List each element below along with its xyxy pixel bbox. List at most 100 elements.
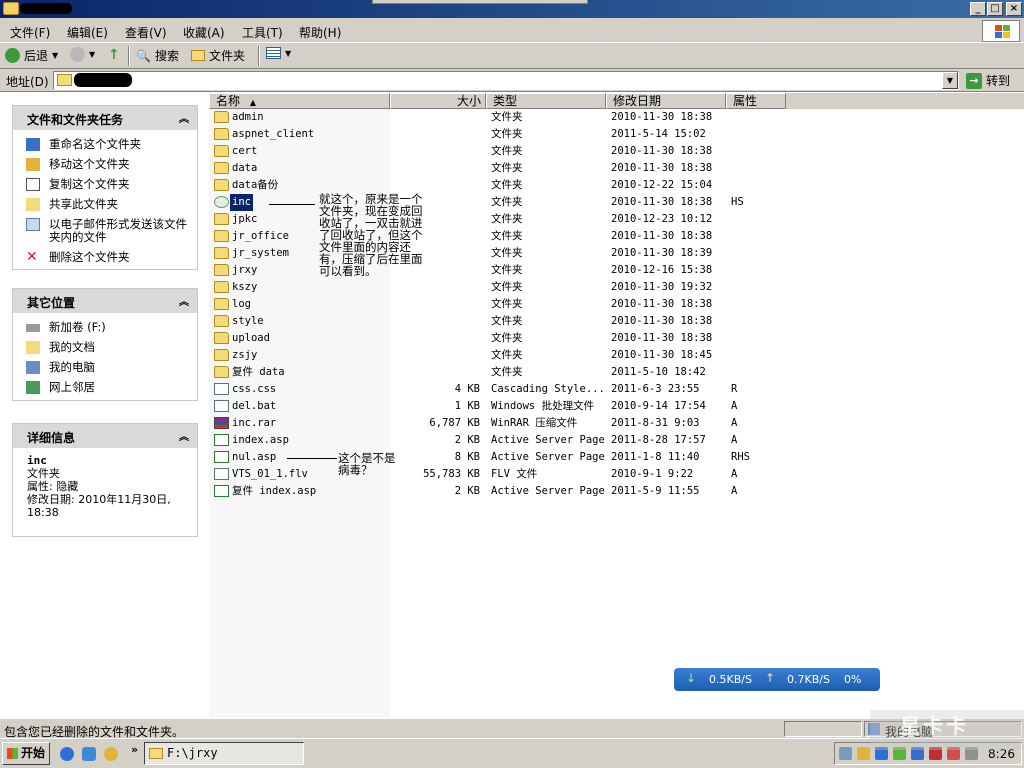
views-button[interactable]: ▼: [266, 47, 291, 59]
collapse-icon[interactable]: ︽: [179, 428, 189, 443]
file-size: 2 KB: [454, 434, 480, 446]
table-row[interactable]: aspnet_client 文件夹 2011-5-14 15:02: [209, 126, 809, 143]
table-row[interactable]: jr_system 文件夹 2010-11-30 18:39: [209, 245, 809, 262]
column-header-size[interactable]: 大小: [390, 93, 486, 109]
table-row[interactable]: VTS_01_1.flv 55,783 KB FLV 文件 2010-9-1 9:22…: [209, 466, 809, 483]
table-row[interactable]: admin 文件夹 2010-11-30 18:38: [209, 109, 809, 126]
tray-network-icon[interactable]: [839, 747, 852, 760]
file-type: 文件夹: [491, 281, 523, 293]
place-local-disk[interactable]: 新加卷 (F:): [13, 321, 197, 334]
table-row[interactable]: css.css 4 KB Cascading Style... 2011-6-3 23…: [209, 381, 809, 398]
table-row[interactable]: log 文件夹 2010-11-30 18:38: [209, 296, 809, 313]
table-row[interactable]: 复件 index.asp 2 KB Active Server Page 2011-5…: [209, 483, 809, 500]
file-list[interactable]: 名称 ▲ 大小 类型 修改日期 属性 admin 文件夹 2010-11-30 18…: [209, 93, 1024, 717]
address-input[interactable]: ▼: [53, 71, 959, 90]
place-my-documents[interactable]: 我的文档: [13, 341, 197, 354]
table-row[interactable]: jpkc 文件夹 2010-12-23 10:12: [209, 211, 809, 228]
menu-file[interactable]: 文件(F): [10, 24, 50, 41]
file-type: FLV 文件: [491, 468, 538, 480]
outlook-icon[interactable]: [82, 747, 96, 761]
address-dropdown-button[interactable]: ▼: [942, 72, 958, 89]
other-places-header[interactable]: 其它位置 ︽: [13, 289, 197, 313]
task-copy-folder[interactable]: 复制这个文件夹: [13, 178, 197, 191]
table-row[interactable]: del.bat 1 KB Windows 批处理文件 2010-9-14 17:54 A: [209, 398, 809, 415]
file-type: 文件夹: [491, 332, 523, 344]
table-row[interactable]: jrxy 文件夹 2010-12-16 15:38: [209, 262, 809, 279]
folder-icon: [214, 349, 229, 361]
ie-icon[interactable]: [60, 747, 74, 761]
table-row[interactable]: data备份 文件夹 2010-12-22 15:04: [209, 177, 809, 194]
tray-shield-icon[interactable]: [857, 747, 870, 760]
media-icon[interactable]: [104, 747, 118, 761]
place-network[interactable]: 网上邻居: [13, 381, 197, 394]
menu-bar: 文件(F) 编辑(E) 查看(V) 收藏(A) 工具(T) 帮助(H): [0, 18, 1024, 43]
table-row[interactable]: kszy 文件夹 2010-11-30 19:32: [209, 279, 809, 296]
file-modified: 2010-11-30 18:45: [611, 349, 713, 361]
table-row[interactable]: jr_office 文件夹 2010-11-30 18:38: [209, 228, 809, 245]
upload-speed: 0.7KB/S: [787, 673, 830, 686]
menu-edit[interactable]: 编辑(E): [67, 24, 108, 41]
column-header-modified[interactable]: 修改日期: [606, 93, 726, 109]
table-row[interactable]: data 文件夹 2010-11-30 18:38: [209, 160, 809, 177]
details-type: 文件夹: [27, 467, 60, 480]
task-move-folder[interactable]: 移动这个文件夹: [13, 158, 197, 171]
folder-icon: [214, 162, 229, 174]
start-button[interactable]: 开始: [2, 742, 50, 765]
column-header-name[interactable]: 名称 ▲: [209, 93, 390, 109]
table-row[interactable]: inc.rar 6,787 KB WinRAR 压缩文件 2011-8-31 9:03…: [209, 415, 809, 432]
file-modified: 2010-12-22 15:04: [611, 179, 713, 191]
file-name: data: [232, 162, 258, 174]
chevron-right-icon[interactable]: »: [131, 743, 138, 756]
column-header-row: 名称 ▲ 大小 类型 修改日期 属性: [209, 93, 1024, 109]
folder-icon: [214, 230, 229, 242]
collapse-icon[interactable]: ︽: [179, 110, 189, 125]
file-type: 文件夹: [491, 111, 523, 123]
file-attributes: A: [731, 468, 738, 480]
forward-button[interactable]: ▼: [70, 47, 95, 62]
maximize-button[interactable]: □: [987, 2, 1003, 16]
file-name: zsjy: [232, 349, 258, 361]
task-delete-folder[interactable]: ✕ 删除这个文件夹: [13, 250, 197, 264]
table-row[interactable]: zsjy 文件夹 2010-11-30 18:45: [209, 347, 809, 364]
column-header-attributes[interactable]: 属性: [726, 93, 786, 109]
menu-tools[interactable]: 工具(T): [242, 24, 283, 41]
details-header[interactable]: 详细信息 ︽: [13, 424, 197, 448]
toolbar-separator: [128, 46, 130, 66]
task-email-folder[interactable]: 以电子邮件形式发送该文件夹内的文件: [13, 218, 197, 244]
file-type: Windows 批处理文件: [491, 400, 595, 412]
table-row[interactable]: 复件 data 文件夹 2011-5-10 18:42: [209, 364, 809, 381]
title-bar[interactable]: _ □ ×: [0, 0, 1024, 18]
table-row[interactable]: upload 文件夹 2010-11-30 18:38: [209, 330, 809, 347]
menu-help[interactable]: 帮助(H): [299, 24, 341, 41]
network-speed-widget[interactable]: ↓ 0.5KB/S ↑ 0.7KB/S 0%: [674, 668, 880, 691]
folders-button[interactable]: 文件夹: [191, 47, 245, 64]
file-name: del.bat: [232, 400, 277, 412]
table-row[interactable]: cert 文件夹 2010-11-30 18:38: [209, 143, 809, 160]
go-button[interactable]: → 转到: [966, 72, 1010, 89]
file-modified: 2010-11-30 18:38: [611, 145, 713, 157]
back-button[interactable]: 后退 ▼: [5, 47, 58, 64]
task-share-folder[interactable]: 共享此文件夹: [13, 198, 197, 211]
table-row[interactable]: index.asp 2 KB Active Server Page 2011-8-28…: [209, 432, 809, 449]
taskbar-window-jrxy[interactable]: F:\jrxy: [144, 742, 304, 765]
file-name: upload: [232, 332, 270, 344]
task-rename-folder[interactable]: 重命名这个文件夹: [13, 138, 197, 151]
menu-view[interactable]: 查看(V): [125, 24, 167, 41]
file-tasks-header[interactable]: 文件和文件夹任务 ︽: [13, 106, 197, 130]
table-row[interactable]: style 文件夹 2010-11-30 18:38: [209, 313, 809, 330]
up-folder-button[interactable]: ↑: [108, 47, 120, 63]
table-row[interactable]: inc 文件夹 2010-11-30 18:38 HS: [209, 194, 809, 211]
collapse-icon[interactable]: ︽: [179, 293, 189, 308]
menu-favorites[interactable]: 收藏(A): [183, 24, 225, 41]
file-name: css.css: [232, 383, 277, 395]
search-button[interactable]: 🔍 搜索: [136, 47, 179, 64]
file-attributes: A: [731, 485, 738, 497]
place-my-computer[interactable]: 我的电脑: [13, 361, 197, 374]
file-size: 55,783 KB: [423, 468, 480, 480]
close-button[interactable]: ×: [1006, 2, 1022, 16]
details-attributes: 属性: 隐藏: [27, 480, 79, 493]
minimize-button[interactable]: _: [970, 2, 986, 16]
file-name: aspnet_client: [232, 128, 315, 140]
file-attributes: A: [731, 434, 738, 446]
column-header-type[interactable]: 类型: [486, 93, 606, 109]
